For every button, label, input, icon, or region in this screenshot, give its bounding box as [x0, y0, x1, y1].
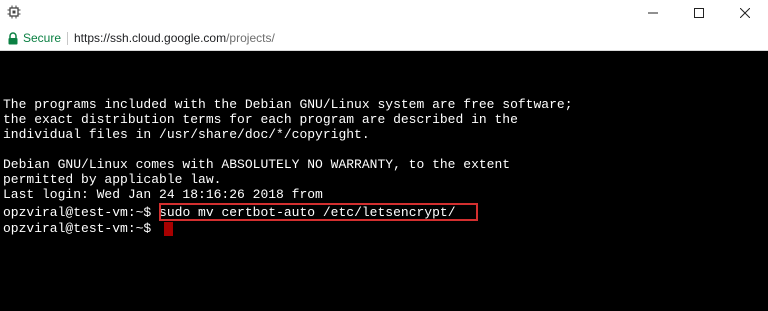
shell-prompt: opzviral@test-vm:~$ [3, 205, 152, 220]
minimize-icon [648, 12, 658, 14]
terminal-line: Last login: Wed Jan 24 18:16:26 2018 fro… [3, 187, 323, 202]
security-label[interactable]: Secure [23, 31, 61, 45]
maximize-icon [694, 8, 704, 18]
cloud-shell-chip-icon [7, 5, 21, 19]
terminal-line: the exact distribution terms for each pr… [3, 112, 518, 127]
terminal-cursor [164, 222, 173, 236]
terminal-screen[interactable]: The programs included with the Debian GN… [0, 51, 768, 311]
url-host: https://ssh.cloud.google.com [74, 31, 227, 45]
url-path: /projects/ [226, 31, 275, 45]
active-prompt-line: opzviral@test-vm:~$ [3, 221, 151, 236]
terminal-line: Debian GNU/Linux comes with ABSOLUTELY N… [3, 157, 511, 172]
command-highlight-box [159, 203, 478, 221]
close-icon [740, 8, 750, 18]
window-titlebar [0, 0, 768, 26]
url-text[interactable]: https://ssh.cloud.google.com/projects/ [74, 31, 275, 45]
minimize-button[interactable] [630, 0, 676, 26]
terminal-line: individual files in /usr/share/doc/*/cop… [3, 127, 370, 142]
terminal-line: permitted by applicable law. [3, 172, 222, 187]
address-bar[interactable]: Secure https://ssh.cloud.google.com/proj… [0, 26, 768, 51]
address-separator [67, 32, 68, 45]
shell-prompt: opzviral@test-vm:~$ [3, 221, 152, 236]
lock-icon [8, 32, 18, 45]
terminal-line: The programs included with the Debian GN… [3, 97, 573, 112]
close-button[interactable] [722, 0, 768, 26]
maximize-button[interactable] [676, 0, 722, 26]
